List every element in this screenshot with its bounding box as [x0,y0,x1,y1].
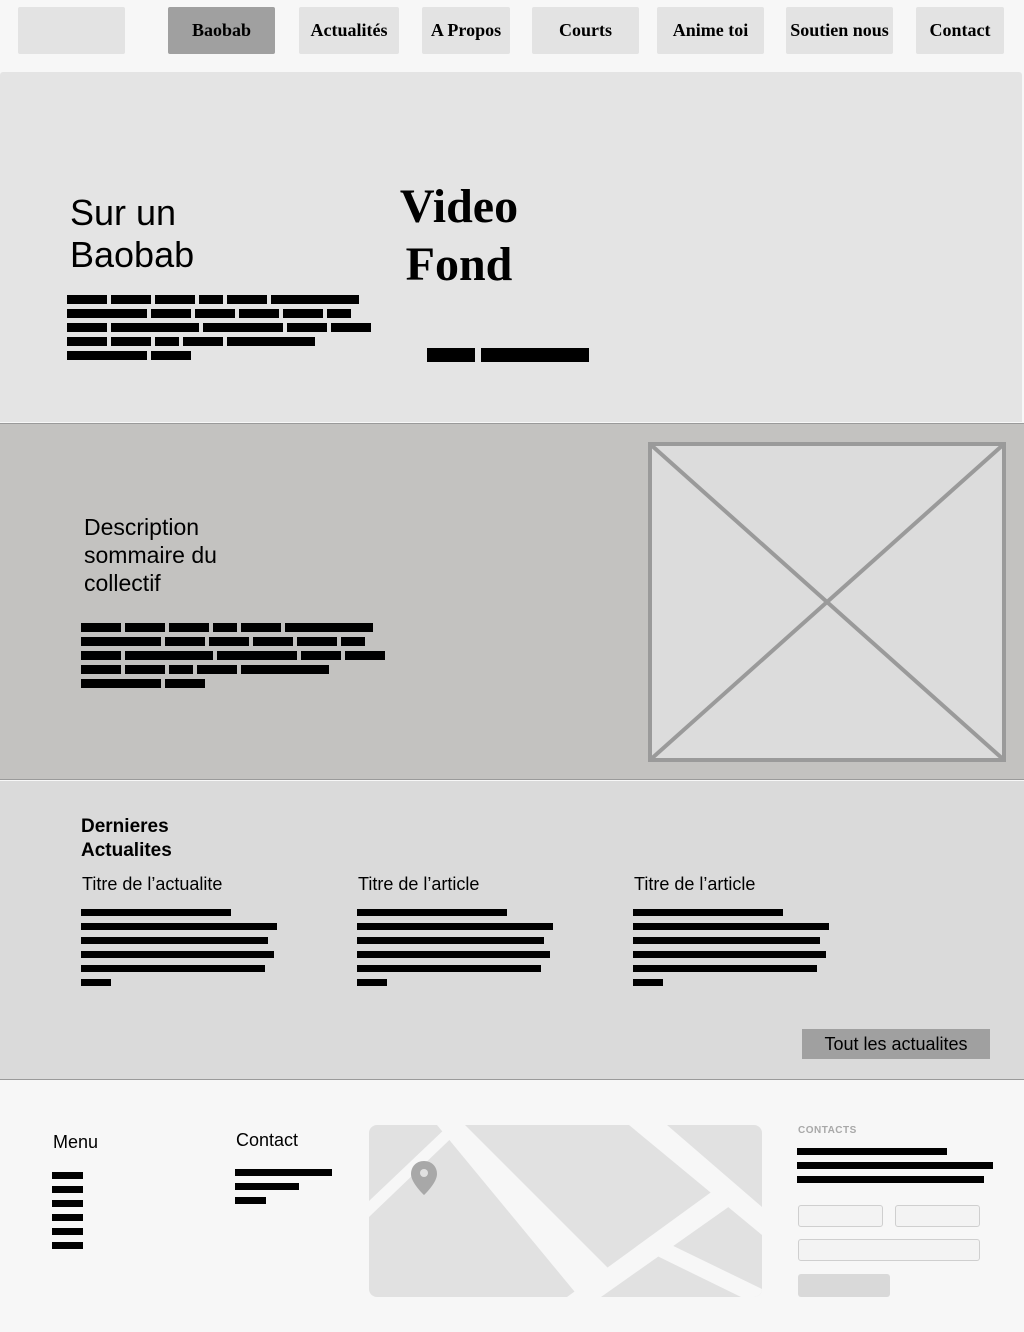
news-heading: Dernieres Actualites [81,816,172,861]
all-news-button[interactable]: Tout les actualites [802,1029,990,1059]
nav-item-a-propos[interactable]: A Propos [422,7,510,54]
nav-item-baobab[interactable]: Baobab [168,7,275,54]
map-pin-icon [411,1161,437,1200]
image-placeholder-icon [648,442,1006,762]
article-title[interactable]: Titre de l’article [634,874,755,895]
nav-item-courts[interactable]: Courts [532,7,639,54]
contacts-label: CONTACTS [798,1125,857,1136]
video-background-label[interactable]: Video Fond [380,178,538,294]
logo-placeholder[interactable] [18,7,125,54]
email-field[interactable] [895,1205,980,1227]
nav-item-actualites[interactable]: Actualités [299,7,399,54]
name-field[interactable] [798,1205,883,1227]
nav-item-contact[interactable]: Contact [916,7,1004,54]
description-title: Description sommaire du collectif [84,514,217,596]
footer-menu-heading: Menu [53,1132,99,1152]
submit-button[interactable] [798,1274,890,1297]
footer-contact-heading: Contact [236,1130,299,1150]
latest-news-section: Dernieres Actualites Titre de l’actualit… [0,781,1024,1080]
message-field[interactable] [798,1239,980,1261]
map[interactable] [369,1125,762,1297]
hero-title: Sur un Baobab [70,192,195,275]
top-navigation: Baobab Actualités A Propos Courts Anime … [0,0,1024,72]
article-title[interactable]: Titre de l’article [358,874,479,895]
footer: Menu Contact CONTACTS [0,1081,1024,1332]
article-title[interactable]: Titre de l’actualite [82,874,222,895]
nav-item-anime-toi[interactable]: Anime toi [657,7,764,54]
nav-item-soutien-nous[interactable]: Soutien nous [786,7,893,54]
hero-section: Sur un Baobab Video Fond [0,72,1022,422]
description-section: Description sommaire du collectif [0,423,1024,780]
